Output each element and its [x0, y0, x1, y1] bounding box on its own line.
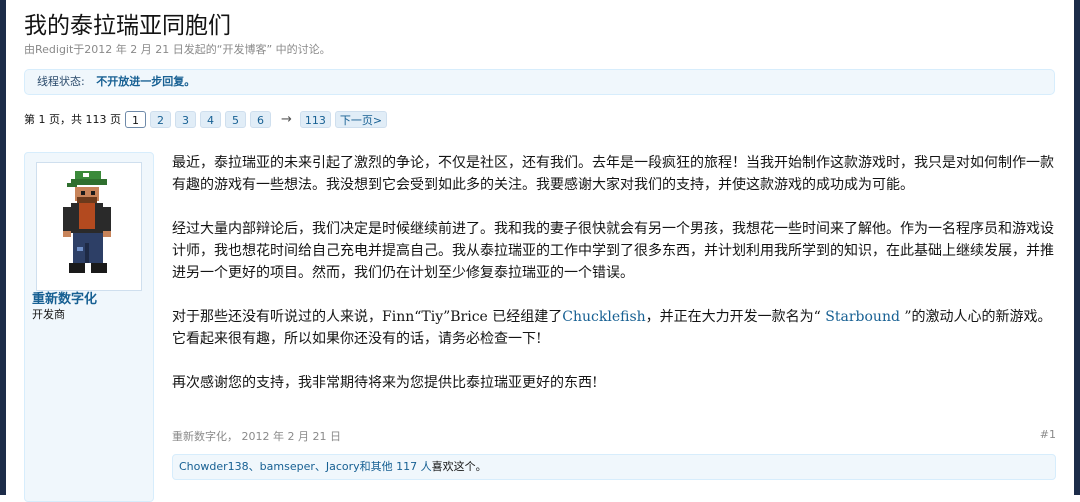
page-navigation: 第 1 页，共 113 页 1 2 3 4 5 6 → 113 下一页> — [24, 109, 391, 129]
post-closing-line: 再次感谢您的支持，我非常期待将来为您提供比泰拉瑞亚更好的东西! — [172, 375, 598, 391]
post-paragraph-3-middle: ，并正在大力开发一款名为“ — [645, 309, 826, 325]
pixel-character-avatar — [63, 171, 111, 273]
thread-status-bar: 线程状态: 不开放进一步回复。 — [24, 69, 1055, 95]
post-paragraph-2: 经过大量内部辩论后，我们决定是时候继续前进了。我和我的妻子很快就会有另一个男孩，… — [172, 221, 1054, 281]
page-link-last[interactable]: 113 — [299, 110, 331, 128]
left-frame-edge — [0, 0, 6, 495]
page-summary: 第 1 页，共 113 页 — [24, 113, 121, 126]
page-link-1[interactable]: 1 — [124, 110, 146, 128]
thread-status-value: 不开放进一步回复。 — [96, 75, 196, 88]
page-link-4[interactable]: 4 — [199, 110, 221, 128]
post-author-name[interactable]: 重新数字化 — [32, 288, 97, 307]
avatar[interactable] — [36, 162, 142, 291]
next-page-button[interactable]: 下一页> — [334, 110, 388, 128]
page-link-5[interactable]: 5 — [224, 110, 246, 128]
user-info-panel: 重新数字化 开发商 — [24, 152, 154, 502]
post-number-link[interactable]: #1 — [1040, 428, 1056, 441]
starbound-link[interactable]: Starbound — [825, 309, 900, 325]
right-frame-edge — [1074, 0, 1080, 495]
post-paragraph-1: 最近，泰拉瑞亚的未来引起了激烈的争论，不仅是社区，还有我们。去年是一段疯狂的旅程… — [172, 155, 1054, 193]
page-link-2[interactable]: 2 — [149, 110, 171, 128]
likes-users-link[interactable]: Chowder138、bamseper、Jacory和其他 117 人 — [179, 460, 432, 473]
post-paragraph-3: 对于那些还没有听说过的人来说，Finn“Tiy”Brice 已经组建了Chuck… — [172, 306, 1056, 350]
post-author-title: 开发商 — [32, 308, 65, 321]
thread-byline: 由Redigit于2012 年 2 月 21 日发起的“开发博客” 中的讨论。 — [24, 43, 331, 56]
page-link-3[interactable]: 3 — [174, 110, 196, 128]
chucklefish-link[interactable]: Chucklefish — [562, 309, 645, 325]
post-meta[interactable]: 重新数字化， 2012 年 2 月 21 日 — [172, 428, 341, 444]
post-message-body: 最近，泰拉瑞亚的未来引起了激烈的争论，不仅是社区，还有我们。去年是一段疯狂的旅程… — [172, 152, 1056, 394]
thread-status-label: 线程状态: — [37, 75, 85, 88]
page-link-6[interactable]: 6 — [249, 110, 271, 128]
likes-suffix-text: 喜欢这个。 — [431, 460, 487, 473]
thread-title: 我的泰拉瑞亚同胞们 — [24, 13, 231, 39]
arrow-right-icon: → — [280, 111, 292, 127]
post-paragraph-3-start: 对于那些还没有听说过的人来说，Finn“Tiy”Brice 已经组建了 — [172, 309, 563, 325]
likes-summary: Chowder138、bamseper、Jacory和其他 117 人喜欢这个。 — [172, 454, 1056, 480]
